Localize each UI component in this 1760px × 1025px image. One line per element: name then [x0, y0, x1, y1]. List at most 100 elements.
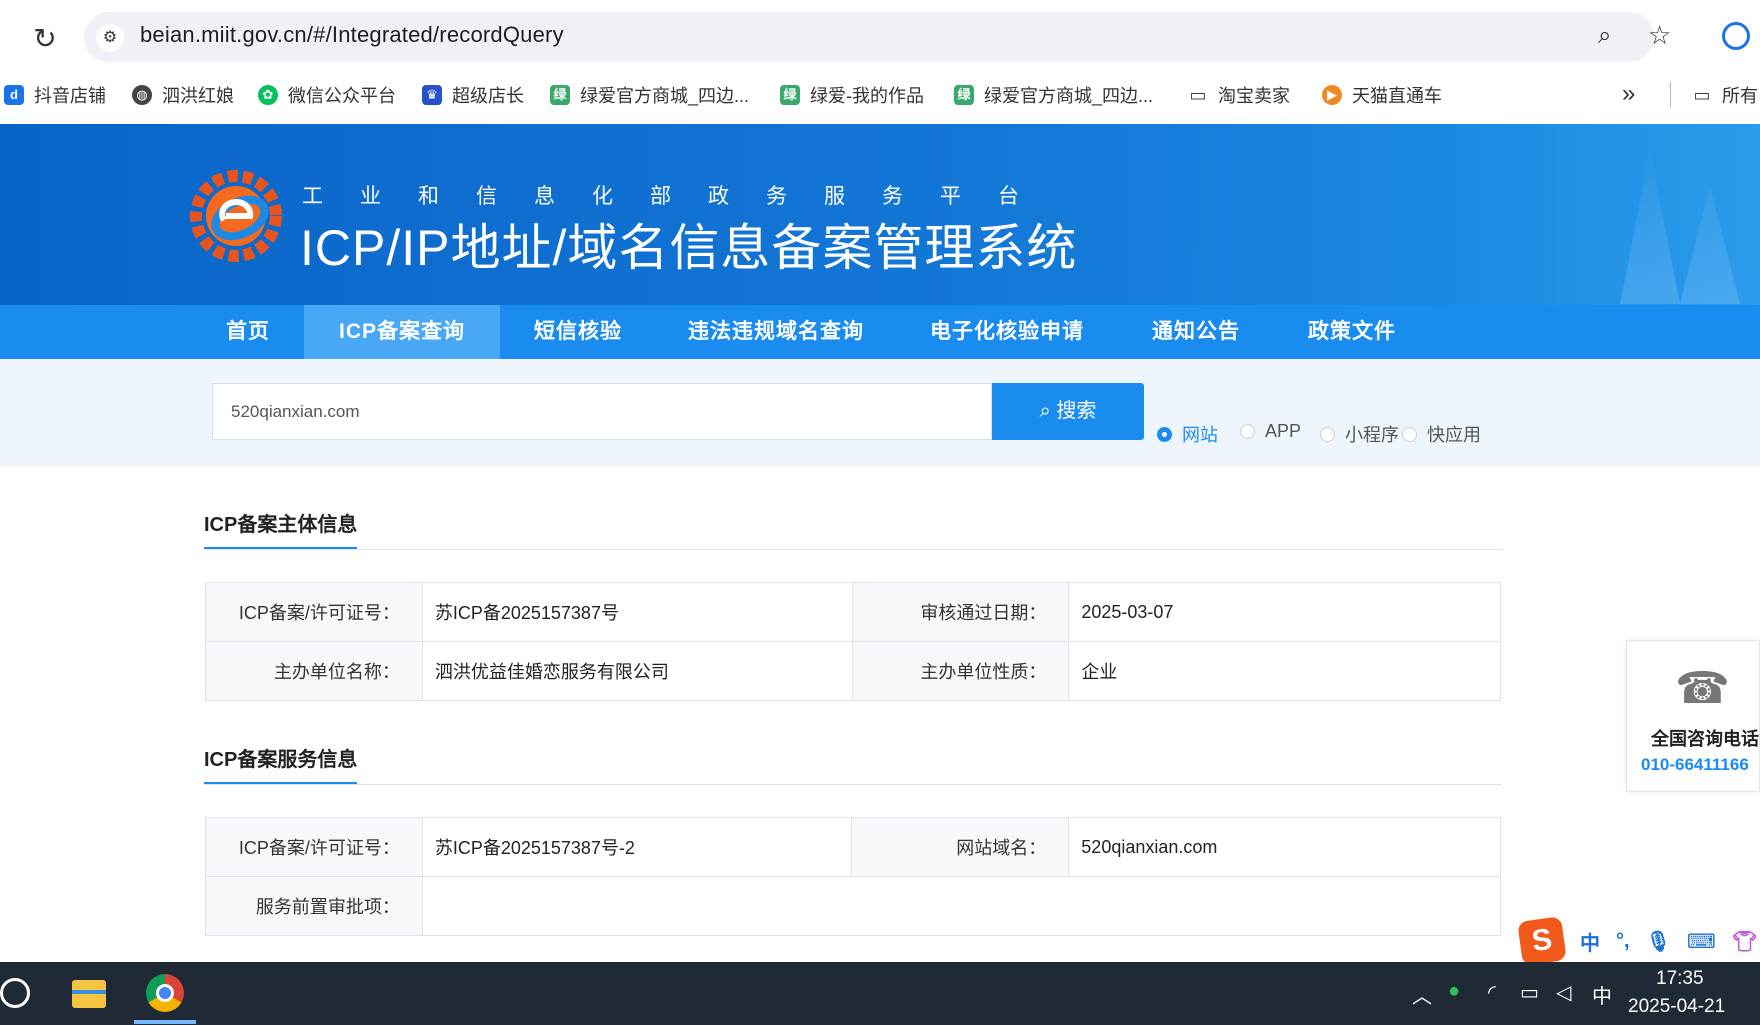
lvai-icon: 绿 — [550, 85, 570, 105]
bookmark-star-icon[interactable]: ☆ — [1648, 20, 1671, 51]
preapproval-value — [421, 876, 1502, 936]
active-app-indicator — [134, 1020, 196, 1024]
folder-icon: ▭ — [1189, 85, 1207, 105]
radio-website[interactable]: 网站 — [1157, 421, 1218, 447]
radio-label: 网站 — [1182, 425, 1218, 445]
file-explorer-icon[interactable] — [72, 980, 106, 1008]
radio-label: 快应用 — [1427, 425, 1481, 445]
bookmark-item[interactable]: ◍ 泗洪红娘 — [132, 82, 234, 108]
reload-icon[interactable]: ↻ — [30, 24, 60, 54]
contact-phone: 010-66411166 — [1641, 755, 1749, 774]
network-icon[interactable]: ◜ — [1488, 980, 1496, 1005]
nav-notices[interactable]: 通知公告 — [1118, 305, 1274, 359]
banner-title: ICP/IP地址/域名信息备案管理系统 — [300, 220, 1078, 276]
search-input[interactable]: 520qianxian.com — [212, 383, 992, 440]
approve-date-label: 审核通过日期： — [851, 582, 1070, 642]
wechat-tray-icon[interactable]: ● — [1448, 980, 1460, 1003]
bookmark-item[interactable]: ▶ 天猫直通车 — [1322, 82, 1442, 108]
bookmark-label: 抖音店铺 — [34, 86, 106, 106]
site-info-icon[interactable]: ⚙ — [96, 24, 124, 52]
phone-icon: ☎ — [1675, 664, 1730, 713]
bookmark-label: 所有 — [1722, 86, 1758, 106]
bookmark-item[interactable]: 绿绿爱-我的作品 — [780, 82, 924, 108]
bookmark-label: 绿爱-我的作品 — [810, 86, 924, 106]
folder-icon: ▭ — [1693, 85, 1711, 105]
tmall-ztc-icon: ▶ — [1322, 85, 1342, 105]
bookmark-label: 超级店长 — [452, 86, 524, 106]
bookmark-item[interactable]: ✿ 微信公众平台 — [258, 82, 396, 108]
radio-quick-app[interactable]: 快应用 — [1402, 421, 1481, 447]
nav-icp-query[interactable]: ICP备案查询 — [304, 305, 500, 359]
preapproval-label: 服务前置审批项： — [205, 876, 423, 936]
org-name-label: 主办单位名称： — [205, 641, 423, 701]
crown-icon: ♛ — [422, 85, 442, 105]
bookmarks-divider — [1670, 82, 1671, 108]
radio-unchecked-icon — [1240, 424, 1255, 439]
lvai-icon: 绿 — [954, 85, 974, 105]
douyin-shop-icon: d — [4, 85, 24, 105]
lvai-icon: 绿 — [780, 85, 800, 105]
bookmark-item[interactable]: ▭ 淘宝卖家 — [1188, 82, 1290, 108]
bookmark-item[interactable]: ♛ 超级店长 — [422, 82, 524, 108]
zoom-icon[interactable]: ⌕ — [1598, 22, 1611, 50]
radio-unchecked-icon — [1320, 426, 1335, 442]
bookmark-item[interactable]: 绿绿爱官方商城_四边... — [954, 82, 1153, 108]
microphone-icon[interactable]: 🎙︎ — [1646, 929, 1671, 954]
clock-time[interactable]: 17:35 — [1656, 968, 1704, 990]
contact-float-panel[interactable]: ☎ 全国咨询电话 010-66411166 — [1626, 640, 1760, 792]
section-divider — [204, 549, 1502, 550]
search-button-label: 搜索 — [1056, 400, 1097, 422]
bookmark-item[interactable]: d 抖音店铺 — [4, 82, 106, 108]
sogou-ime-logo-icon[interactable]: S — [1517, 916, 1567, 966]
clock-date[interactable]: 2025-04-21 — [1628, 996, 1725, 1018]
radio-mini-program[interactable]: 小程序 — [1320, 421, 1399, 447]
search-button[interactable]: ⌕ 搜索 — [992, 383, 1144, 440]
nav-illegal-domain-query[interactable]: 违法违规域名查询 — [656, 305, 896, 359]
license-label: ICP备案/许可证号： — [205, 582, 423, 642]
keyboard-icon[interactable]: ⌨ — [1687, 929, 1716, 954]
skin-shirt-icon[interactable]: 👕︎ — [1732, 929, 1757, 954]
bookmark-label: 泗洪红娘 — [162, 86, 234, 106]
nav-policy-docs[interactable]: 政策文件 — [1274, 305, 1430, 359]
url-text[interactable]: beian.miit.gov.cn/#/Integrated/recordQue… — [140, 22, 564, 48]
service-license-label: ICP备案/许可证号： — [205, 817, 423, 877]
bookmarks-more-icon[interactable]: » — [1622, 80, 1635, 108]
service-info-table: ICP备案/许可证号： 苏ICP备2025157387号-2 网站域名： 520… — [205, 817, 1502, 936]
bookmark-label: 绿爱官方商城_四边... — [580, 86, 750, 106]
bookmarks-bar: d 抖音店铺 ◍ 泗洪红娘 ✿ 微信公众平台 ♛ 超级店长 绿绿爱官方商城_四边... … — [0, 74, 1760, 114]
bookmark-item[interactable]: ▭ 所有 — [1692, 82, 1758, 108]
section-divider — [204, 784, 1502, 785]
profile-icon[interactable] — [1722, 22, 1750, 50]
ime-punctuation-toggle[interactable]: °, — [1616, 930, 1630, 953]
org-type-label: 主办单位性质： — [851, 641, 1070, 701]
contact-title: 全国咨询电话 — [1651, 729, 1759, 749]
radio-checked-icon — [1157, 426, 1172, 442]
chrome-icon[interactable] — [146, 974, 184, 1012]
taskbar-search-icon[interactable] — [0, 978, 30, 1008]
windows-taskbar: ︿ ● ◜ ▭ ◁ 中 17:35 2025-04-21 — [0, 962, 1760, 1025]
miit-logo-icon — [190, 170, 282, 262]
org-name-value: 泗洪优益佳婚恋服务有限公司 — [421, 641, 853, 701]
nav-e-verify-apply[interactable]: 电子化核验申请 — [896, 305, 1118, 359]
ime-mode-toggle[interactable]: 中 — [1580, 927, 1600, 956]
ime-indicator[interactable]: 中 — [1592, 980, 1612, 1009]
main-nav: 首页 ICP备案查询 短信核验 违法违规域名查询 电子化核验申请 通知公告 政策… — [0, 305, 1760, 359]
radio-app[interactable]: APP — [1240, 421, 1301, 442]
globe-icon: ◍ — [132, 85, 152, 105]
nav-home[interactable]: 首页 — [192, 305, 304, 359]
nav-sms-verify[interactable]: 短信核验 — [500, 305, 656, 359]
radio-unchecked-icon — [1402, 426, 1417, 442]
bookmark-label: 天猫直通车 — [1352, 86, 1442, 106]
approve-date-value: 2025-03-07 — [1068, 582, 1501, 642]
search-icon: ⌕ — [1039, 400, 1051, 422]
battery-icon[interactable]: ▭ — [1520, 980, 1539, 1005]
tray-chevron-up-icon[interactable]: ︿ — [1412, 980, 1432, 1009]
domain-value: 520qianxian.com — [1068, 817, 1501, 877]
radio-label: 小程序 — [1345, 425, 1399, 445]
volume-icon[interactable]: ◁ — [1556, 980, 1571, 1005]
section-title-service: ICP备案服务信息 — [204, 743, 358, 785]
bookmark-label: 绿爱官方商城_四边... — [984, 86, 1154, 106]
bookmark-item[interactable]: 绿绿爱官方商城_四边... — [550, 82, 749, 108]
radio-label: APP — [1265, 421, 1302, 441]
org-type-value: 企业 — [1068, 641, 1501, 701]
